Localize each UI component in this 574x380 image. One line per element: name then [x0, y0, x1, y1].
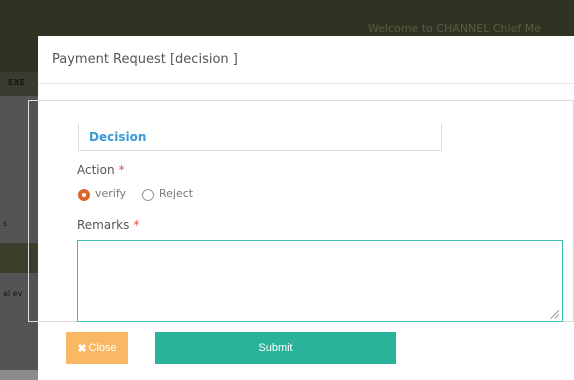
legend-title: Decision: [89, 130, 147, 144]
background-text-fragment: s: [3, 219, 8, 228]
modal-title: Payment Request [decision ]: [52, 52, 238, 67]
required-mark: *: [118, 163, 125, 177]
close-icon: ✖: [77, 342, 87, 355]
reject-radio-label[interactable]: Reject: [159, 187, 193, 200]
remarks-label-text: Remarks: [77, 218, 130, 232]
submit-button[interactable]: Submit: [155, 332, 396, 364]
close-button-label: Close: [88, 342, 117, 354]
modal-header: Payment Request [decision ]: [38, 36, 574, 84]
background-welcome-text: Welcome to CHANNEL Chief Me: [368, 22, 541, 35]
required-mark: *: [133, 218, 140, 232]
background-text-fragment: al ev: [3, 289, 23, 298]
decision-legend: Decision: [78, 124, 442, 151]
remarks-textarea[interactable]: [77, 240, 563, 322]
verify-radio[interactable]: [78, 189, 90, 201]
remarks-label: Remarks *: [77, 218, 139, 232]
background-footer: [0, 370, 40, 380]
close-button[interactable]: ✖ Close: [66, 332, 128, 364]
action-label: Action *: [77, 163, 125, 177]
background-sidebar-band: EXE: [0, 72, 40, 96]
resize-handle-icon[interactable]: [551, 310, 560, 319]
action-label-text: Action: [77, 163, 115, 177]
verify-radio-label[interactable]: verify: [95, 187, 126, 200]
reject-radio[interactable]: [142, 189, 154, 201]
background-sidebar-label: EXE: [8, 78, 26, 87]
submit-button-label: Submit: [258, 342, 293, 354]
